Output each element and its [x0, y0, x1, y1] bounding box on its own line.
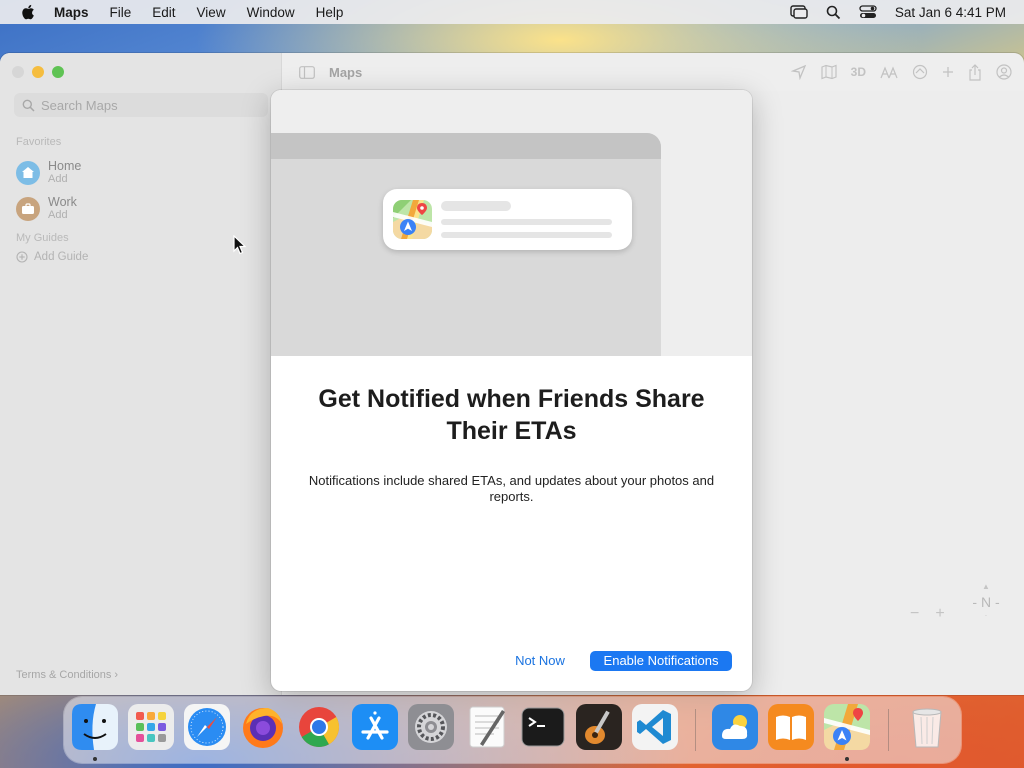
- finder-icon[interactable]: [72, 704, 118, 750]
- favorite-work[interactable]: Work Add: [16, 195, 77, 222]
- sidebar: Search Maps Favorites Home Add Work Add …: [0, 53, 282, 695]
- dock: [64, 697, 961, 763]
- search-icon: [22, 99, 35, 112]
- dock-separator: [888, 709, 889, 751]
- menu-edit[interactable]: Edit: [152, 5, 175, 20]
- dialog-title: Get Notified when Friends Share Their ET…: [318, 385, 705, 445]
- menu-file[interactable]: File: [110, 5, 132, 20]
- screen-mirroring-icon[interactable]: [790, 5, 808, 19]
- terms-label: Terms & Conditions: [16, 669, 112, 681]
- zoom-button[interactable]: [52, 66, 64, 78]
- my-guides-header: My Guides: [16, 232, 69, 244]
- vscode-icon[interactable]: [632, 704, 678, 750]
- compass-north-label: N: [980, 594, 992, 610]
- sidebar-toggle-icon[interactable]: [299, 65, 315, 79]
- zoom-in-button[interactable]: +: [935, 605, 944, 623]
- add-icon[interactable]: [942, 66, 954, 78]
- placeholder-line: [441, 232, 612, 238]
- app-store-icon[interactable]: [352, 704, 398, 750]
- favorite-work-sub: Add: [48, 209, 68, 221]
- firefox-icon[interactable]: [240, 704, 286, 750]
- weather-icon[interactable]: [712, 704, 758, 750]
- garageband-icon[interactable]: [576, 704, 622, 750]
- running-indicator: [845, 757, 849, 761]
- terms-link[interactable]: Terms & Conditions ›: [16, 669, 118, 681]
- tracking-icon[interactable]: [912, 64, 928, 80]
- favorite-home-sub: Add: [48, 173, 68, 185]
- control-center-icon[interactable]: [859, 5, 877, 19]
- notifications-dialog: Get Notified when Friends Share Their ET…: [271, 90, 752, 691]
- favorite-work-label: Work: [48, 195, 77, 209]
- placeholder-line: [441, 219, 612, 225]
- notification-illustration: [271, 90, 752, 356]
- apple-menu-icon[interactable]: [18, 4, 40, 20]
- search-placeholder: Search Maps: [41, 97, 118, 113]
- toolbar: Maps 3D: [283, 53, 1024, 91]
- safari-icon[interactable]: [184, 704, 230, 750]
- briefcase-icon: [16, 196, 40, 221]
- zoom-controls: − +: [910, 605, 945, 623]
- location-icon[interactable]: [790, 64, 807, 80]
- illustration-notification-card: [383, 189, 632, 250]
- favorite-home-label: Home: [48, 159, 82, 173]
- toolbar-actions: 3D: [790, 53, 1012, 91]
- launchpad-icon[interactable]: [128, 704, 174, 750]
- house-icon: [16, 160, 40, 185]
- window-title: Maps: [329, 64, 363, 80]
- look-around-icon[interactable]: [880, 65, 898, 79]
- system-settings-icon[interactable]: [408, 704, 454, 750]
- spotlight-search-icon[interactable]: [826, 5, 841, 20]
- add-guide-label: Add Guide: [34, 251, 89, 263]
- dialog-body: Notifications include shared ETAs, and u…: [308, 473, 715, 504]
- minimize-button[interactable]: [32, 66, 44, 78]
- chrome-icon[interactable]: [296, 704, 342, 750]
- enable-notifications-button[interactable]: Enable Notifications: [590, 651, 732, 671]
- illustration-screen-bar: [271, 133, 661, 159]
- running-indicator: [93, 757, 97, 761]
- window-controls: [12, 66, 64, 78]
- 3d-button[interactable]: 3D: [851, 65, 866, 79]
- account-icon[interactable]: [996, 64, 1012, 80]
- add-guide-button[interactable]: Add Guide: [16, 251, 88, 263]
- mouse-cursor-icon: [233, 235, 247, 255]
- not-now-button[interactable]: Not Now: [507, 651, 573, 671]
- share-icon[interactable]: [968, 63, 982, 81]
- maps-app-icon: [393, 200, 432, 239]
- trash-icon[interactable]: [904, 704, 950, 750]
- books-icon[interactable]: [768, 704, 814, 750]
- zoom-out-button[interactable]: −: [910, 605, 919, 623]
- placeholder-line: [441, 201, 511, 211]
- menu-help[interactable]: Help: [316, 5, 344, 20]
- terminal-icon[interactable]: [520, 704, 566, 750]
- menu-app-name[interactable]: Maps: [54, 5, 89, 20]
- plus-circle-icon: [16, 251, 28, 263]
- menu-bar: Maps File Edit View Window Help Sat Jan …: [0, 0, 1024, 24]
- favorite-home[interactable]: Home Add: [16, 159, 81, 186]
- maps-icon[interactable]: [824, 704, 870, 750]
- close-button[interactable]: [12, 66, 24, 78]
- menu-clock[interactable]: Sat Jan 6 4:41 PM: [895, 5, 1006, 20]
- compass[interactable]: ▲ - N - ·: [964, 582, 1008, 626]
- textedit-icon[interactable]: [464, 704, 510, 750]
- menu-window[interactable]: Window: [247, 5, 295, 20]
- menu-view[interactable]: View: [197, 5, 226, 20]
- search-field[interactable]: Search Maps: [14, 93, 268, 117]
- map-mode-icon[interactable]: [821, 64, 837, 80]
- dock-separator: [695, 709, 696, 751]
- favorites-header: Favorites: [16, 136, 62, 148]
